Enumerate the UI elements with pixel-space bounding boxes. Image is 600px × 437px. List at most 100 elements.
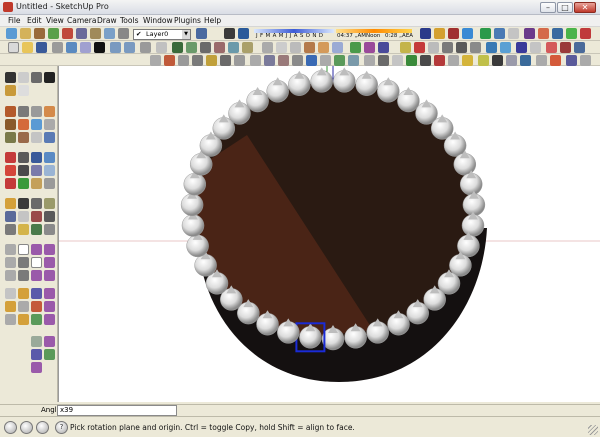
ruby-y-icon[interactable] xyxy=(31,336,42,347)
plugin-l-icon[interactable] xyxy=(320,55,331,66)
textured-icon[interactable] xyxy=(318,42,329,53)
section-icon[interactable] xyxy=(486,42,497,53)
ruby-bb-icon[interactable] xyxy=(44,349,55,360)
ruby-b-icon[interactable] xyxy=(18,244,29,255)
plugin-d-icon[interactable] xyxy=(206,55,217,66)
plugin-y-icon[interactable] xyxy=(506,55,517,66)
next-view-icon[interactable] xyxy=(560,42,571,53)
menu-draw[interactable]: Draw xyxy=(97,16,117,25)
plugin-cc-icon[interactable] xyxy=(566,55,577,66)
plugin-c-icon[interactable] xyxy=(192,55,203,66)
flip-edge-icon[interactable] xyxy=(5,224,16,235)
plugin-bb-icon[interactable] xyxy=(550,55,561,66)
pencil-icon[interactable] xyxy=(5,85,16,96)
arc-tool-icon[interactable] xyxy=(44,106,55,117)
polygon-icon[interactable] xyxy=(378,42,389,53)
ruby-h-icon[interactable] xyxy=(44,257,55,268)
scale-tool-icon[interactable] xyxy=(31,132,42,143)
layer-manager-icon[interactable] xyxy=(118,28,129,39)
offset-tool-icon[interactable] xyxy=(44,132,55,143)
zoom-extents-icon[interactable] xyxy=(574,42,585,53)
plugin-n-icon[interactable] xyxy=(348,55,359,66)
close-button[interactable]: ✕ xyxy=(574,2,596,13)
layers-icon[interactable] xyxy=(196,28,207,39)
shaded-icon[interactable] xyxy=(304,42,315,53)
left-view-icon[interactable] xyxy=(242,42,253,53)
smoove-icon[interactable] xyxy=(5,211,16,222)
camera-icon[interactable] xyxy=(224,28,235,39)
paint-bucket-icon[interactable] xyxy=(31,72,42,83)
from-scratch-icon[interactable] xyxy=(31,224,42,235)
help-icon[interactable]: ? xyxy=(55,421,68,434)
front-view-icon[interactable] xyxy=(200,42,211,53)
plugin-k-icon[interactable] xyxy=(306,55,317,66)
text-icon[interactable] xyxy=(442,42,453,53)
layer-dropdown[interactable]: ✔ Layer0 ▼ xyxy=(133,29,191,40)
model-viewport[interactable] xyxy=(58,66,600,402)
make-component-icon[interactable] xyxy=(18,72,29,83)
add-detail-icon[interactable] xyxy=(44,211,55,222)
plugin-f-icon[interactable] xyxy=(234,55,245,66)
sandbox-icon[interactable] xyxy=(150,55,161,66)
line-icon[interactable] xyxy=(18,106,29,117)
camera-position-icon[interactable] xyxy=(516,42,527,53)
look-around-tool-icon[interactable] xyxy=(18,198,29,209)
previous-tool-icon[interactable] xyxy=(5,178,16,189)
plugin-x-icon[interactable] xyxy=(492,55,503,66)
geo-icon[interactable] xyxy=(524,28,535,39)
credits-icon[interactable] xyxy=(20,421,33,434)
paste-icon[interactable] xyxy=(80,42,91,53)
plugin-e-icon[interactable] xyxy=(220,55,231,66)
plugin-b-icon[interactable] xyxy=(178,55,189,66)
3d-text-icon[interactable] xyxy=(470,42,481,53)
follow-me-tool-icon[interactable] xyxy=(18,132,29,143)
orbit-icon[interactable] xyxy=(76,28,87,39)
ruby-p-icon[interactable] xyxy=(44,288,55,299)
zoom-tool-icon[interactable] xyxy=(31,165,42,176)
plugin-w-icon[interactable] xyxy=(478,55,489,66)
protractor-icon[interactable] xyxy=(428,42,439,53)
plugin-u-icon[interactable] xyxy=(448,55,459,66)
ruby-v-icon[interactable] xyxy=(18,314,29,325)
rectangle-icon[interactable] xyxy=(5,106,16,117)
monochrome-icon[interactable] xyxy=(332,42,343,53)
pearl[interactable] xyxy=(288,70,311,96)
photo-match-icon[interactable] xyxy=(538,28,549,39)
extension-icon[interactable] xyxy=(566,28,577,39)
plugin-g-icon[interactable] xyxy=(250,55,261,66)
print-icon[interactable] xyxy=(140,42,151,53)
wireframe-icon[interactable] xyxy=(276,42,287,53)
plugin-s-icon[interactable] xyxy=(420,55,431,66)
circle-icon[interactable] xyxy=(31,106,42,117)
shadow-settings-icon[interactable] xyxy=(238,28,249,39)
followme-icon[interactable] xyxy=(480,28,491,39)
user-icon[interactable] xyxy=(36,421,49,434)
iso-view-icon[interactable] xyxy=(172,42,183,53)
component-icon[interactable] xyxy=(420,28,431,39)
ruby-icon[interactable] xyxy=(580,28,591,39)
right-view-icon[interactable] xyxy=(214,42,225,53)
menu-tools[interactable]: Tools xyxy=(120,16,138,25)
previous-view-icon[interactable] xyxy=(546,42,557,53)
open-icon[interactable] xyxy=(22,42,33,53)
dimension-tool-icon[interactable] xyxy=(18,152,29,163)
hidden-line-icon[interactable] xyxy=(290,42,301,53)
tape-tool-icon[interactable] xyxy=(5,152,16,163)
geo-location-icon[interactable] xyxy=(4,421,17,434)
ruby-j-icon[interactable] xyxy=(18,270,29,281)
pearl[interactable] xyxy=(246,87,269,113)
pearl[interactable] xyxy=(266,77,289,103)
drape-icon[interactable] xyxy=(31,211,42,222)
ruby-o-icon[interactable] xyxy=(31,288,42,299)
plugin-m-icon[interactable] xyxy=(334,55,345,66)
ruby-s-icon[interactable] xyxy=(31,301,42,312)
display-section-icon[interactable] xyxy=(500,42,511,53)
select-tool-icon[interactable] xyxy=(5,72,16,83)
ruby-f-icon[interactable] xyxy=(18,257,29,268)
box-icon[interactable] xyxy=(350,42,361,53)
from-contours-icon[interactable] xyxy=(18,224,29,235)
protractor-tool-icon[interactable] xyxy=(31,152,42,163)
position-camera-icon[interactable] xyxy=(44,178,55,189)
text-tool-icon[interactable] xyxy=(44,152,55,163)
ruby-w-icon[interactable] xyxy=(31,314,42,325)
